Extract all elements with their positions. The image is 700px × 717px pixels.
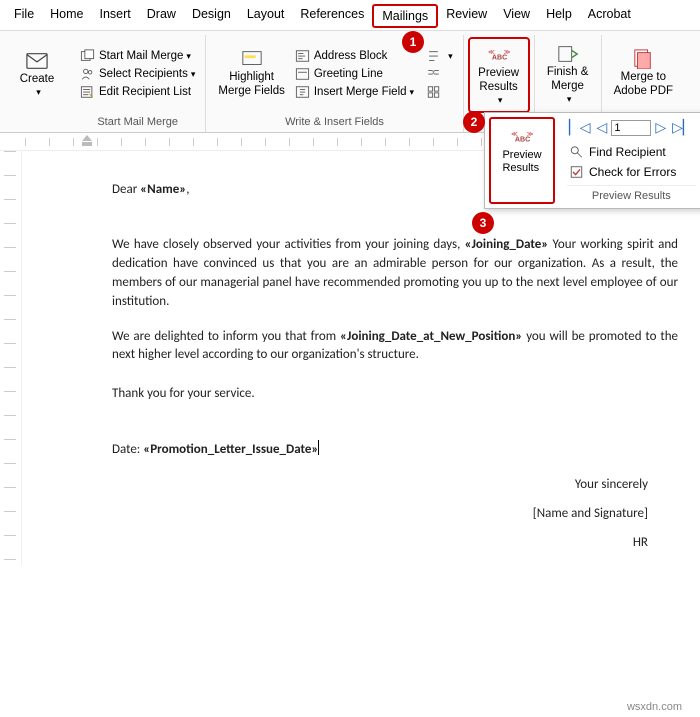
pdf-icon — [632, 49, 654, 69]
vertical-ruler[interactable] — [0, 151, 22, 564]
date-line: Date: «Promotion_Letter_Issue_Date» — [112, 440, 678, 460]
field-new-position-date: «Joining_Date_at_New_Position» — [340, 329, 522, 344]
indent-marker-icon[interactable] — [82, 133, 92, 147]
chevron-down-icon: ▾ — [448, 51, 453, 62]
field-name: «Name» — [140, 182, 186, 197]
paragraph-1: We have closely observed your activities… — [112, 236, 678, 311]
svg-text:ABC: ABC — [492, 55, 507, 62]
finish-icon — [557, 44, 579, 64]
group-label-write: Write & Insert Fields — [212, 113, 456, 130]
update-labels-button[interactable] — [422, 83, 449, 101]
field-issue-date: «Promotion_Letter_Issue_Date» — [143, 442, 318, 457]
menu-file[interactable]: File — [6, 4, 42, 28]
menu-insert[interactable]: Insert — [92, 4, 139, 28]
insert-field-icon — [295, 85, 310, 99]
rules-button[interactable]: ▾ — [422, 47, 457, 65]
group-label-start: Start Mail Merge — [76, 113, 199, 130]
preview-results-dropdown: ≪≫ABC Preview Results ▏◁ ◁ ▷ ▷▏ Find Rec… — [484, 112, 700, 209]
group-start-mail-merge: Start Mail Merge▾ Select Recipients▾ Edi… — [70, 35, 206, 132]
preview-results-dd-button[interactable]: ≪≫ABC Preview Results — [495, 125, 549, 177]
mail-merge-icon — [80, 49, 95, 63]
annotation-badge-3: 3 — [472, 212, 494, 234]
watermark: wsxdn.com — [627, 701, 682, 713]
prev-record-button[interactable]: ◁ — [595, 119, 610, 136]
finish-merge-button[interactable]: Finish & Merge▾ — [541, 40, 595, 108]
address-icon — [295, 49, 310, 63]
search-icon — [569, 145, 584, 159]
address-block-button[interactable]: Address Block — [291, 47, 392, 65]
rules-icon — [426, 49, 441, 63]
check-for-errors-button[interactable]: Check for Errors — [567, 162, 696, 182]
menu-review[interactable]: Review — [438, 4, 495, 28]
edit-recipient-list-button[interactable]: Edit Recipient List — [76, 83, 195, 101]
highlight-merge-fields-button[interactable]: Highlight Merge Fields — [212, 45, 290, 103]
group-write-insert: Highlight Merge Fields Address Block Gre… — [206, 35, 463, 132]
text-cursor — [318, 440, 319, 455]
menu-mailings[interactable]: Mailings — [372, 4, 438, 28]
create-label: Create — [20, 73, 55, 87]
recipients-icon — [80, 67, 95, 81]
menu-references[interactable]: References — [292, 4, 372, 28]
create-button[interactable]: Create ▾ — [10, 47, 64, 102]
menu-home[interactable]: Home — [42, 4, 91, 28]
menu-layout[interactable]: Layout — [239, 4, 293, 28]
svg-text:ABC: ABC — [515, 137, 530, 144]
thanks-line: Thank you for your service. — [112, 385, 678, 404]
record-number-input[interactable] — [611, 120, 651, 136]
insert-merge-field-button[interactable]: Insert Merge Field▾ — [291, 83, 418, 101]
paragraph-2: We are delighted to inform you that from… — [112, 328, 678, 366]
highlight-icon — [241, 49, 263, 69]
merge-to-pdf-button[interactable]: Merge to Adobe PDF — [608, 45, 679, 103]
record-nav: ▏◁ ◁ ▷ ▷▏ — [567, 119, 696, 136]
menu-draw[interactable]: Draw — [139, 4, 184, 28]
envelope-icon — [26, 51, 48, 71]
select-recipients-button[interactable]: Select Recipients▾ — [76, 65, 199, 83]
last-record-button[interactable]: ▷▏ — [670, 119, 696, 136]
annotation-badge-1: 1 — [402, 31, 424, 53]
field-joining-date: «Joining_Date» — [465, 237, 549, 252]
greeting-line-button[interactable]: Greeting Line — [291, 65, 387, 83]
menu-acrobat[interactable]: Acrobat — [580, 4, 639, 28]
chevron-down-icon: ▾ — [498, 95, 503, 106]
annotation-badge-2: 2 — [463, 111, 485, 133]
group-create: Create ▾ — [4, 35, 70, 132]
chevron-down-icon: ▾ — [191, 69, 196, 80]
signoff-1: Your sincerely — [112, 476, 678, 495]
match-fields-button[interactable] — [422, 65, 449, 83]
chevron-down-icon: ▾ — [186, 51, 191, 62]
next-record-button[interactable]: ▷ — [653, 119, 668, 136]
start-mail-merge-button[interactable]: Start Mail Merge▾ — [76, 47, 195, 65]
preview-results-button[interactable]: ≪≫ABC Preview Results▾ — [472, 41, 526, 109]
menu-help[interactable]: Help — [538, 4, 580, 28]
dd-group-label: Preview Results — [567, 185, 696, 202]
menu-design[interactable]: Design — [184, 4, 239, 28]
chevron-down-icon: ▾ — [36, 87, 41, 98]
first-record-button[interactable]: ▏◁ — [567, 119, 593, 136]
match-icon — [426, 67, 441, 81]
menubar: File Home Insert Draw Design Layout Refe… — [0, 0, 700, 31]
chevron-down-icon: ▾ — [567, 94, 572, 105]
edit-list-icon — [80, 85, 95, 99]
chevron-down-icon: ▾ — [410, 87, 415, 98]
update-icon — [426, 85, 441, 99]
menu-view[interactable]: View — [495, 4, 538, 28]
preview-icon: ≪≫ABC — [488, 45, 510, 65]
signoff-2: [Name and Signature] — [112, 505, 678, 524]
preview-icon: ≪≫ABC — [511, 127, 533, 147]
greeting-icon — [295, 67, 310, 81]
find-recipient-button[interactable]: Find Recipient — [567, 142, 696, 162]
document-area: Dear «Name», We have closely observed yo… — [0, 151, 700, 564]
signoff-3: HR — [112, 534, 678, 553]
document-page[interactable]: Dear «Name», We have closely observed yo… — [22, 151, 700, 564]
check-icon — [569, 165, 584, 179]
